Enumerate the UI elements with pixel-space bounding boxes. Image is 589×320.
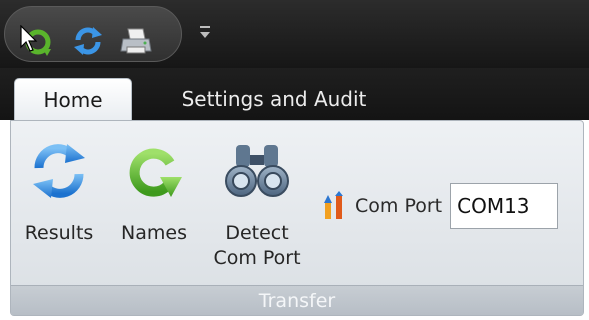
tab-home[interactable]: Home [14,78,132,120]
names-arrow-icon [129,148,182,197]
qat-refresh-button[interactable] [71,25,105,57]
detect-label-line2: Com Port [213,247,301,269]
com-port-icon [324,191,343,219]
names-button[interactable]: Names [111,141,197,246]
qat-customize-dropdown[interactable] [198,22,212,42]
refresh-icon [74,27,102,55]
tab-settings-and-audit[interactable]: Settings and Audit [150,78,398,120]
refresh-icon [33,144,85,198]
qat-names-button[interactable] [19,25,53,57]
com-port-control: Com Port COM13 [323,183,559,229]
print-icon [120,28,152,54]
binoculars-icon [225,145,289,197]
detect-label-line1: Detect [225,222,289,244]
customize-dropdown-icon [200,26,210,38]
com-port-label: Com Port [355,195,443,217]
ribbon-tab-strip: Home Settings and Audit [0,68,589,120]
names-label: Names [121,222,187,244]
detect-com-port-button[interactable]: Detect Com Port [201,141,313,271]
quick-access-group [4,6,182,62]
quick-access-toolbar [0,0,589,68]
qat-print-button[interactable] [119,25,153,57]
names-arrow-icon [20,25,51,56]
results-button[interactable]: Results [13,141,105,246]
com-port-input[interactable]: COM13 [450,183,559,229]
results-label: Results [24,222,94,244]
ribbon-panel: Results Names Detect Com Port Com Port C… [10,120,584,316]
group-caption-transfer: Transfer [11,285,583,315]
